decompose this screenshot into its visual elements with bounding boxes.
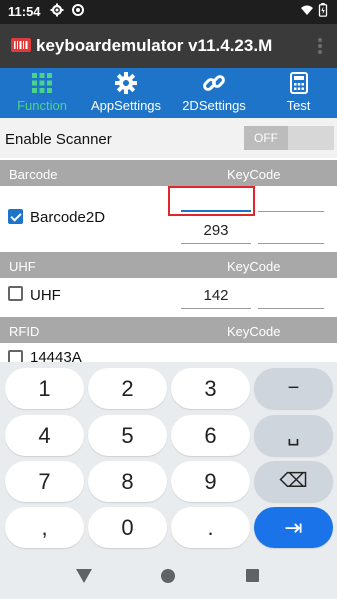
barcode2d-extra-field[interactable] xyxy=(258,222,324,244)
grid-icon xyxy=(32,73,52,93)
link-icon xyxy=(203,75,225,91)
barcode2d-label: Barcode2D xyxy=(30,209,106,226)
settings-icon xyxy=(72,4,84,16)
keycode-header: KeyCode xyxy=(227,324,281,339)
key-1[interactable]: 1 xyxy=(5,368,84,409)
key-2[interactable]: 2 xyxy=(88,368,167,409)
keycode-header: KeyCode xyxy=(227,167,281,182)
key-6[interactable]: 6 xyxy=(171,415,250,456)
tab-bar: Function AppSettings 2DSettings Test xyxy=(0,68,337,118)
gear-icon xyxy=(50,3,64,17)
key-8[interactable]: 8 xyxy=(88,461,167,502)
key-next[interactable]: ⇥ xyxy=(254,507,333,548)
rfid-section-header: RFID KeyCode xyxy=(0,317,337,343)
enable-scanner-label: Enable Scanner xyxy=(5,131,112,148)
numeric-keyboard: 1 2 3 − 4 5 6 ␣ 7 8 9 ⌫ , 0 . ⇥ xyxy=(0,362,337,553)
tab-2dsettings[interactable]: 2DSettings xyxy=(168,68,260,118)
enable-scanner-toggle[interactable]: OFF xyxy=(244,126,334,150)
tab-label: Function xyxy=(17,98,67,113)
key-backspace[interactable]: ⌫ xyxy=(254,461,333,502)
section-title: RFID xyxy=(9,324,40,339)
app-logo-icon xyxy=(11,38,31,52)
toggle-state-label: OFF xyxy=(244,126,288,150)
status-bar: 11:54 xyxy=(0,0,337,24)
rfid-14443a-checkbox[interactable] xyxy=(8,350,23,362)
key-4[interactable]: 4 xyxy=(5,415,84,456)
highlight-box xyxy=(168,186,255,216)
key-minus[interactable]: − xyxy=(254,368,333,409)
tab-label: 2DSettings xyxy=(182,98,246,113)
key-period[interactable]: . xyxy=(171,507,250,548)
tab-test[interactable]: Test xyxy=(260,68,337,118)
barcode2d-checkbox[interactable] xyxy=(8,209,23,224)
barcode2d-keycode-field[interactable]: 293 xyxy=(181,222,251,244)
wifi-icon xyxy=(301,5,313,15)
uhf-section-header: UHF KeyCode xyxy=(0,252,337,278)
key-space[interactable]: ␣ xyxy=(254,415,333,456)
tab-label: AppSettings xyxy=(90,98,162,113)
back-icon[interactable] xyxy=(76,569,92,583)
key-comma[interactable]: , xyxy=(5,507,84,548)
overflow-menu-icon[interactable] xyxy=(317,37,323,55)
status-time: 11:54 xyxy=(8,4,41,19)
barcode-section-header: Barcode KeyCode xyxy=(0,160,337,186)
uhf-keycode-field[interactable]: 142 xyxy=(181,287,251,309)
uhf-row: UHF 142 xyxy=(0,278,337,316)
gear-icon xyxy=(115,72,137,94)
key-0[interactable]: 0 xyxy=(88,507,167,548)
app-bar: keyboardemulator v11.4.23.M xyxy=(0,24,337,68)
recents-icon[interactable] xyxy=(246,569,259,582)
key-3[interactable]: 3 xyxy=(171,368,250,409)
uhf-label: UHF xyxy=(30,287,61,304)
key-5[interactable]: 5 xyxy=(88,415,167,456)
navigation-bar xyxy=(0,553,337,599)
rfid-14443a-label: 14443A xyxy=(30,349,82,362)
section-title: UHF xyxy=(9,259,36,274)
tab-appsettings[interactable]: AppSettings xyxy=(84,68,168,118)
calculator-icon xyxy=(289,72,308,94)
uhf-checkbox[interactable] xyxy=(8,286,23,301)
tab-function[interactable]: Function xyxy=(0,68,84,118)
barcode2d-input-right-top[interactable] xyxy=(258,190,324,212)
key-7[interactable]: 7 xyxy=(5,461,84,502)
rfid-14443a-row: 14443A xyxy=(0,343,337,362)
keycode-header: KeyCode xyxy=(227,259,281,274)
tab-label: Test xyxy=(286,98,311,113)
home-icon[interactable] xyxy=(161,569,175,583)
section-title: Barcode xyxy=(9,167,58,182)
uhf-extra-field[interactable] xyxy=(258,287,324,309)
key-9[interactable]: 9 xyxy=(171,461,250,502)
battery-icon xyxy=(318,3,328,17)
app-title: keyboardemulator v11.4.23.M xyxy=(36,36,273,55)
